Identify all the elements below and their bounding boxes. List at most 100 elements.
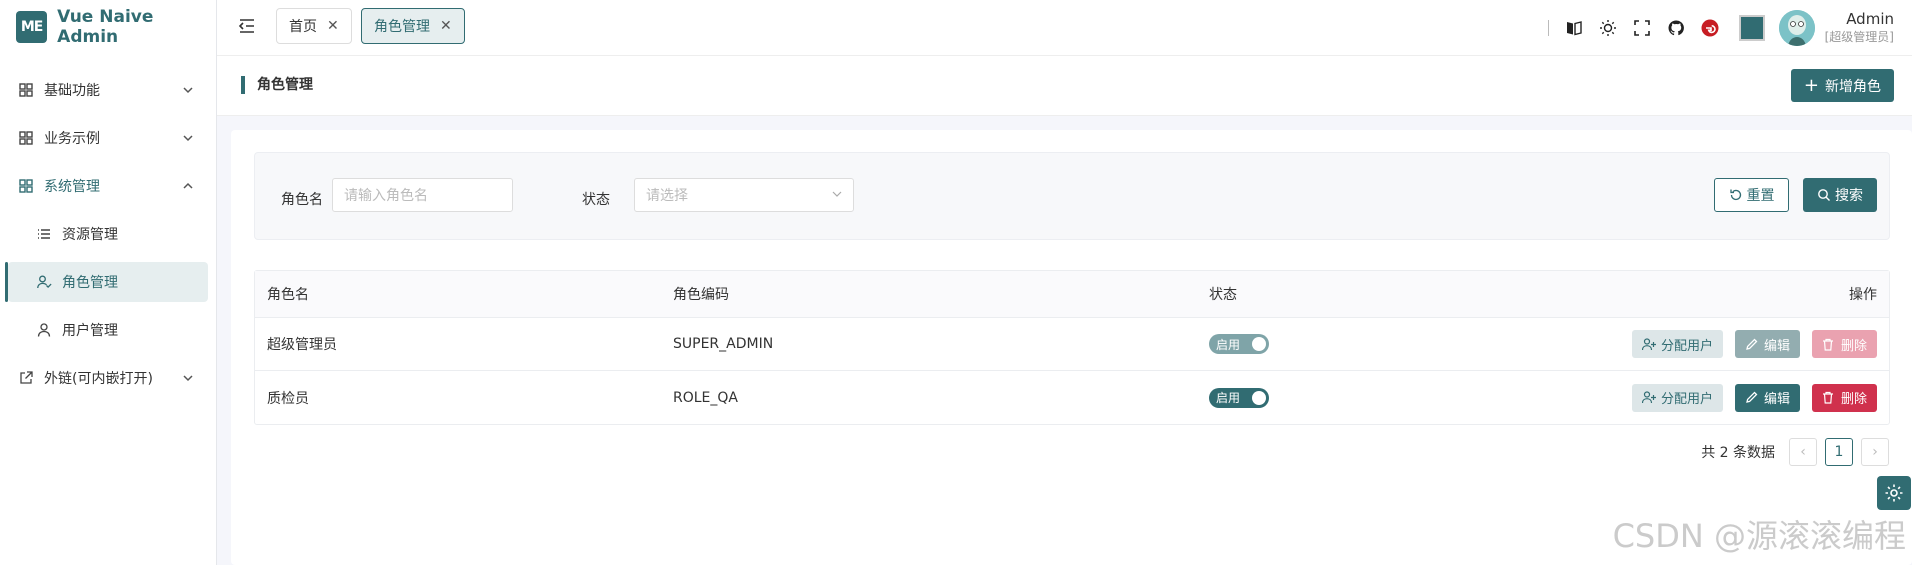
role-name-placeholder: 请输入角色名 [344,188,428,204]
header-tools: Admin [超级管理员] [1547,0,1912,56]
fullscreen-icon[interactable] [1633,19,1651,37]
add-role-button[interactable]: + 新增角色 [1790,69,1894,102]
status-toggle[interactable]: 启用 [1209,334,1269,354]
user-name: Admin [1846,10,1894,28]
pagination-next[interactable]: › [1861,438,1889,466]
refresh-icon [1729,188,1743,202]
toggle-knob [1252,390,1266,405]
grid-icon [18,82,34,98]
chevron-down-icon [180,82,196,98]
cell-actions: 分配用户 编辑 删除 [1620,318,1877,370]
close-icon[interactable]: ✕ [327,18,339,34]
trash-icon [1822,338,1835,351]
status-select[interactable]: 请选择 [634,178,854,212]
edit-button[interactable]: 编辑 [1734,383,1800,412]
theme-color-picker[interactable] [1738,15,1765,41]
grid-icon [18,178,34,194]
sidebar-item-external[interactable]: 外链(可内嵌打开) [8,358,208,398]
plus-icon: + [1803,74,1819,96]
status-placeholder: 请选择 [646,188,688,204]
external-link-icon [18,370,34,386]
table-row: 超级管理员 SUPER_ADMIN 启用 分配用户 编辑 删除 [255,318,1889,371]
trash-icon [1822,391,1835,404]
page-header: 角色管理 + 新增角色 [217,56,1912,116]
settings-gear-icon[interactable] [1877,476,1911,510]
edit-button[interactable]: 编辑 [1734,330,1800,358]
tab-home[interactable]: 首页 ✕ [276,8,352,44]
chevron-down-icon [180,130,196,146]
user-role: [超级管理员] [1824,30,1894,44]
tab-label: 首页 [289,19,317,35]
avatar[interactable] [1778,10,1815,46]
user-icon [36,322,52,338]
cell-role-name: 超级管理员 [267,337,337,353]
role-name-label: 角色名 [281,192,323,208]
gitee-icon[interactable] [1701,19,1719,37]
edit-label: 编辑 [1763,338,1790,354]
role-name-input[interactable]: 请输入角色名 [332,178,513,212]
close-icon[interactable]: ✕ [440,18,452,34]
logo-mark: ME [16,11,48,43]
chevron-down-icon [180,370,196,386]
search-icon [1817,188,1831,202]
sidebar-menu: 基础功能 业务示例 系统管理 资源管理 角色管理 用户管理 外链(可内嵌打开) [0,54,216,398]
sidebar-item-label: 角色管理 [62,275,118,291]
table-header-row: 角色名 角色编码 状态 操作 [255,271,1889,318]
cell-role-name: 质检员 [267,390,309,407]
sidebar-item-basic[interactable]: 基础功能 [8,70,208,110]
delete-button[interactable]: 删除 [1811,383,1877,412]
header-status: 状态 [1209,287,1237,303]
reset-label: 重置 [1746,188,1775,204]
toggle-knob [1252,337,1266,351]
sidebar-item-label: 系统管理 [44,179,100,195]
edit-label: 编辑 [1763,392,1790,407]
add-role-label: 新增角色 [1825,78,1881,95]
content-card: 角色名 请输入角色名 状态 请选择 重置 搜索 角色名 角色编码 状态 操作 超… [231,130,1912,565]
tab-label: 角色管理 [374,19,430,35]
status-label: 状态 [582,192,610,208]
book-icon[interactable] [1565,19,1583,37]
logo[interactable]: ME Vue Naive Admin [0,0,216,54]
sidebar-item-business[interactable]: 业务示例 [8,118,208,158]
sidebar-item-users[interactable]: 用户管理 [8,310,208,350]
app-title: Vue Naive Admin [57,7,154,47]
chevron-down-icon [831,188,843,200]
assign-users-button[interactable]: 分配用户 [1631,330,1723,358]
assign-users-label: 分配用户 [1660,392,1713,407]
search-button[interactable]: 搜索 [1803,178,1877,212]
sidebar-item-label: 用户管理 [62,323,118,339]
sidebar: ME Vue Naive Admin 基础功能 业务示例 系统管理 资源管理 角… [0,0,217,565]
sidebar-item-system[interactable]: 系统管理 [8,166,208,206]
top-header: 首页 ✕ 角色管理 ✕ Admin [超级管理员] [217,0,1912,56]
cell-status: 启用 [1209,318,1269,370]
pagination-prev[interactable]: ‹ [1789,438,1817,466]
pagination: 共 2 条数据 ‹ 1 › [1701,438,1889,466]
menu-collapse-icon[interactable] [237,16,257,36]
header-actions: 操作 [1849,287,1877,303]
sidebar-item-label: 外链(可内嵌打开) [44,371,153,387]
cell-role-code: ROLE_QA [673,389,738,406]
delete-button[interactable]: 删除 [1811,330,1877,358]
divider [1547,20,1549,36]
user-plus-icon [1641,391,1656,404]
search-form: 角色名 请输入角色名 状态 请选择 重置 搜索 [254,152,1890,240]
user-info[interactable]: Admin [超级管理员] [1825,10,1894,46]
chevron-up-icon [180,178,196,194]
page-title: 角色管理 [241,76,313,94]
grid-icon [18,130,34,146]
status-toggle-label: 启用 [1216,337,1241,352]
sun-icon[interactable] [1599,19,1617,37]
status-toggle-label: 启用 [1216,391,1241,405]
status-toggle[interactable]: 启用 [1209,387,1269,408]
pagination-page[interactable]: 1 [1825,438,1853,466]
cell-actions: 分配用户 编辑 删除 [1620,371,1877,424]
github-icon[interactable] [1667,19,1685,37]
assign-users-label: 分配用户 [1660,338,1713,354]
reset-button[interactable]: 重置 [1714,178,1789,212]
cell-role-code: SUPER_ADMIN [673,336,774,352]
sidebar-item-resources[interactable]: 资源管理 [8,214,208,254]
assign-users-button[interactable]: 分配用户 [1631,383,1723,412]
user-check-icon [36,274,52,290]
tab-roles[interactable]: 角色管理 ✕ [361,8,465,44]
sidebar-item-roles[interactable]: 角色管理 [5,262,208,302]
